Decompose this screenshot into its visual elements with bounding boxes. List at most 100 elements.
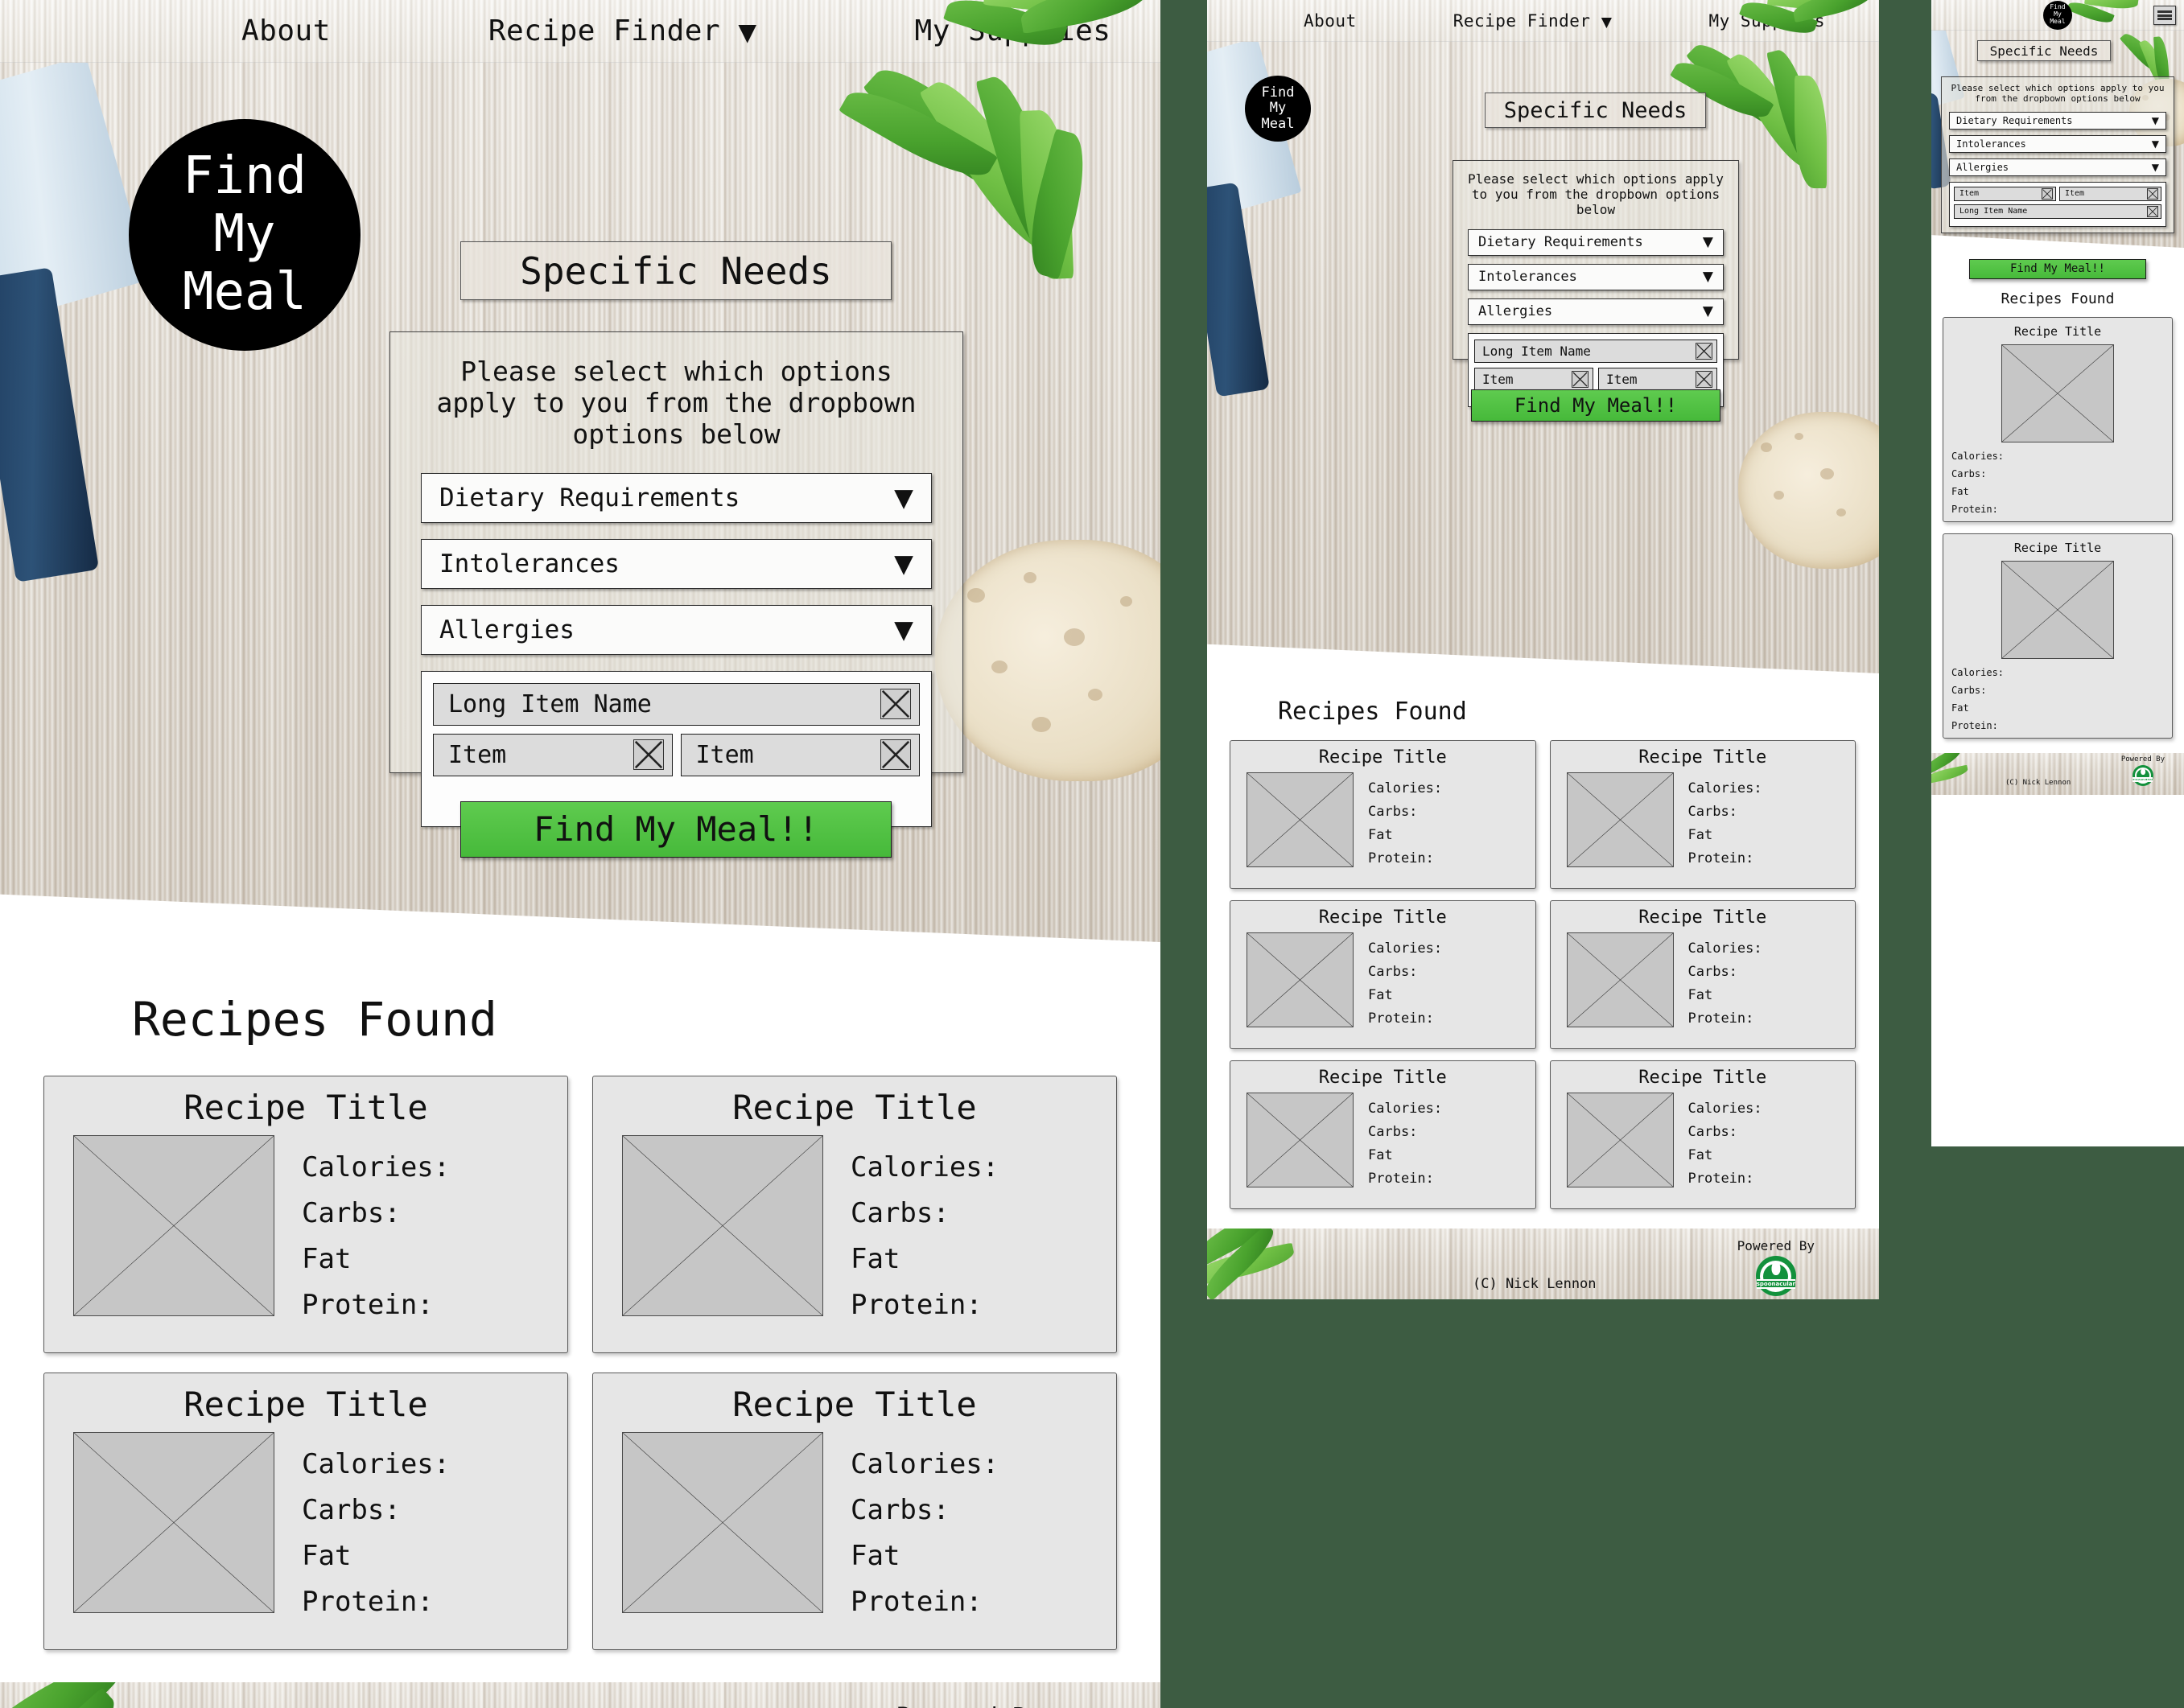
tablet-navbar: About Recipe Finder ▼ My Supplies (1207, 0, 1879, 42)
results-heading: Recipes Found (2001, 290, 2115, 307)
brand-logo[interactable]: Find My Meal (129, 119, 361, 351)
chevron-down-icon: ▼ (1702, 269, 1713, 286)
selected-option-chip[interactable]: Long Item Name (1954, 204, 2161, 219)
recipe-nutrition-label: Calories: (1368, 780, 1443, 796)
brand-logo[interactable]: Find My Meal (1245, 76, 1311, 142)
brand-logo[interactable]: Find My Meal (2043, 0, 2072, 30)
recipe-card-title: Recipe Title (183, 1385, 428, 1424)
powered-by-block: Powered By spoonacular (1737, 1238, 1815, 1299)
recipe-nutrition-label: Fat (1951, 486, 1969, 497)
footer-leaves-decoration-icon (1931, 753, 1989, 795)
recipe-nutrition-label: Calories: (1368, 940, 1443, 957)
recipe-nutrition-label: Fat (1951, 702, 1969, 714)
recipe-nutrition-label: Fat (851, 1540, 900, 1572)
find-my-meal-button[interactable]: Find My Meal!! (1969, 259, 2146, 279)
page-title: Specific Needs (1977, 40, 2111, 61)
select-allergies[interactable]: Allergies ▼ (421, 604, 932, 655)
footer-leaves-decoration-icon (1207, 1229, 1347, 1299)
selected-option-chip[interactable]: Item (1598, 367, 1717, 391)
close-icon[interactable] (880, 689, 911, 720)
recipe-card-grid: Recipe Title Calories: Carbs: Fat Protein: Re… (43, 1076, 1117, 1650)
select-intolerances[interactable]: Intolerances ▼ (421, 538, 932, 589)
recipe-card[interactable]: Recipe Title Calories: Carbs: Fat Protein: (1943, 317, 2173, 522)
selected-option-chip[interactable]: Item (1474, 367, 1593, 391)
selected-option-label: Long Item Name (1959, 207, 2028, 216)
recipe-card[interactable]: Recipe Title Calories: Carbs: Fat Protein: (43, 1076, 568, 1353)
nav-link-recipe-finder[interactable]: Recipe Finder ▼ (1453, 11, 1613, 31)
recipe-nutrition-label: Calories: (1951, 667, 2005, 678)
close-icon[interactable] (2147, 187, 2158, 200)
select-allergies[interactable]: Allergies ▼ (1468, 298, 1724, 325)
select-intolerances-label: Intolerances (1956, 138, 2026, 150)
selected-option-label: Item (2065, 189, 2085, 199)
selected-option-chip[interactable]: Item (1954, 186, 2056, 201)
mobile-viewport: Find My Meal Specific Needs Please selec… (1931, 0, 2184, 1146)
nav-link-recipe-finder-label: Recipe Finder (488, 14, 721, 47)
chevron-down-icon: ▼ (894, 615, 913, 644)
nav-link-about[interactable]: About (1304, 11, 1357, 31)
select-intolerances[interactable]: Intolerances ▼ (1468, 263, 1724, 290)
brand-logo-line-2: My (213, 204, 276, 265)
select-dietary-requirements[interactable]: Dietary Requirements ▼ (421, 472, 932, 523)
selected-option-chip[interactable]: Long Item Name (433, 682, 920, 726)
close-icon[interactable] (880, 739, 911, 771)
nav-link-recipe-finder[interactable]: Recipe Finder ▼ (488, 14, 757, 47)
nav-link-about[interactable]: About (241, 14, 331, 47)
recipe-image-placeholder (1566, 1093, 1674, 1187)
hero-diagonal-divider (0, 894, 1160, 942)
recipe-card[interactable]: Recipe Title Calories: Carbs: Fat Protein: (43, 1373, 568, 1650)
find-my-meal-button[interactable]: Find My Meal!! (1471, 389, 1720, 422)
recipe-nutrition-label: Protein: (1368, 1010, 1434, 1027)
close-icon[interactable] (2042, 187, 2053, 200)
close-icon[interactable] (1696, 370, 1712, 388)
recipe-card-grid: Recipe Title Calories: Carbs: Fat Protein: Re… (1230, 740, 1856, 1209)
recipe-card[interactable]: Recipe Title Calories: Carbs: Fat Protein: (1230, 1060, 1536, 1209)
spoonacular-badge-icon[interactable]: spoonacular (1755, 1256, 1796, 1296)
recipe-card[interactable]: Recipe Title Calories: Carbs: Fat Protein: (592, 1076, 1117, 1353)
select-allergies-label: Allergies (1478, 303, 1553, 320)
recipe-card-title: Recipe Title (1318, 1068, 1447, 1088)
form-instructions: Please select which options apply to you… (1951, 83, 2165, 104)
close-icon[interactable] (1696, 342, 1712, 360)
nav-link-my-supplies[interactable]: My Supplies (915, 14, 1111, 47)
recipe-card[interactable]: Recipe Title Calories: Carbs: Fat Protein: (1230, 740, 1536, 889)
recipe-nutrition-label: Protein: (302, 1289, 434, 1321)
selected-option-label: Item (448, 740, 507, 769)
recipe-nutrition-label: Fat (302, 1540, 352, 1572)
close-icon[interactable] (633, 739, 664, 771)
nav-link-my-supplies[interactable]: My Supplies (1708, 11, 1825, 31)
recipe-card[interactable]: Recipe Title Calories: Carbs: Fat Protein: (1549, 1060, 1856, 1209)
recipe-nutrition-label: Protein: (1368, 850, 1434, 866)
close-icon[interactable] (2147, 205, 2158, 217)
select-allergies[interactable]: Allergies ▼ (1949, 158, 2166, 176)
recipe-card-title: Recipe Title (1638, 1068, 1767, 1088)
recipe-card[interactable]: Recipe Title Calories: Carbs: Fat Protein: (592, 1373, 1117, 1650)
recipe-card-title: Recipe Title (1638, 908, 1767, 928)
recipe-image-placeholder (1247, 772, 1354, 867)
tablet-viewport: About Recipe Finder ▼ My Supplies Find M… (1207, 0, 1879, 1299)
spoonacular-badge-icon[interactable]: spoonacular (2132, 765, 2153, 786)
selected-options-list: Item Item Long Item Name (1949, 181, 2166, 227)
selected-option-chip[interactable]: Item (680, 733, 920, 776)
hamburger-menu-icon[interactable] (2153, 6, 2176, 25)
recipe-card[interactable]: Recipe Title Calories: Carbs: Fat Protein: (1549, 900, 1856, 1049)
recipe-card[interactable]: Recipe Title Calories: Carbs: Fat Protein: (1549, 740, 1856, 889)
recipe-nutrition-label: Protein: (851, 1289, 983, 1321)
select-dietary-requirements[interactable]: Dietary Requirements ▼ (1468, 228, 1724, 256)
select-intolerances[interactable]: Intolerances ▼ (1949, 134, 2166, 153)
recipe-nutrition-label: Fat (1368, 987, 1393, 1003)
select-dietary-requirements[interactable]: Dietary Requirements ▼ (1949, 111, 2166, 130)
chevron-down-icon: ▼ (894, 483, 913, 512)
chevron-down-icon: ▼ (2151, 161, 2159, 173)
brand-logo-line-1: Find (182, 146, 307, 207)
chevron-down-icon: ▼ (1702, 303, 1713, 320)
find-my-meal-button[interactable]: Find My Meal!! (460, 801, 892, 858)
selected-option-chip[interactable]: Item (2059, 186, 2161, 201)
close-icon[interactable] (1572, 370, 1589, 388)
recipe-image-placeholder (1247, 932, 1354, 1027)
form-instructions: Please select which options apply to you… (436, 356, 917, 450)
selected-option-chip[interactable]: Long Item Name (1474, 339, 1717, 363)
selected-option-chip[interactable]: Item (433, 733, 673, 776)
recipe-card[interactable]: Recipe Title Calories: Carbs: Fat Protein: (1943, 533, 2173, 739)
recipe-card[interactable]: Recipe Title Calories: Carbs: Fat Protein: (1230, 900, 1536, 1049)
